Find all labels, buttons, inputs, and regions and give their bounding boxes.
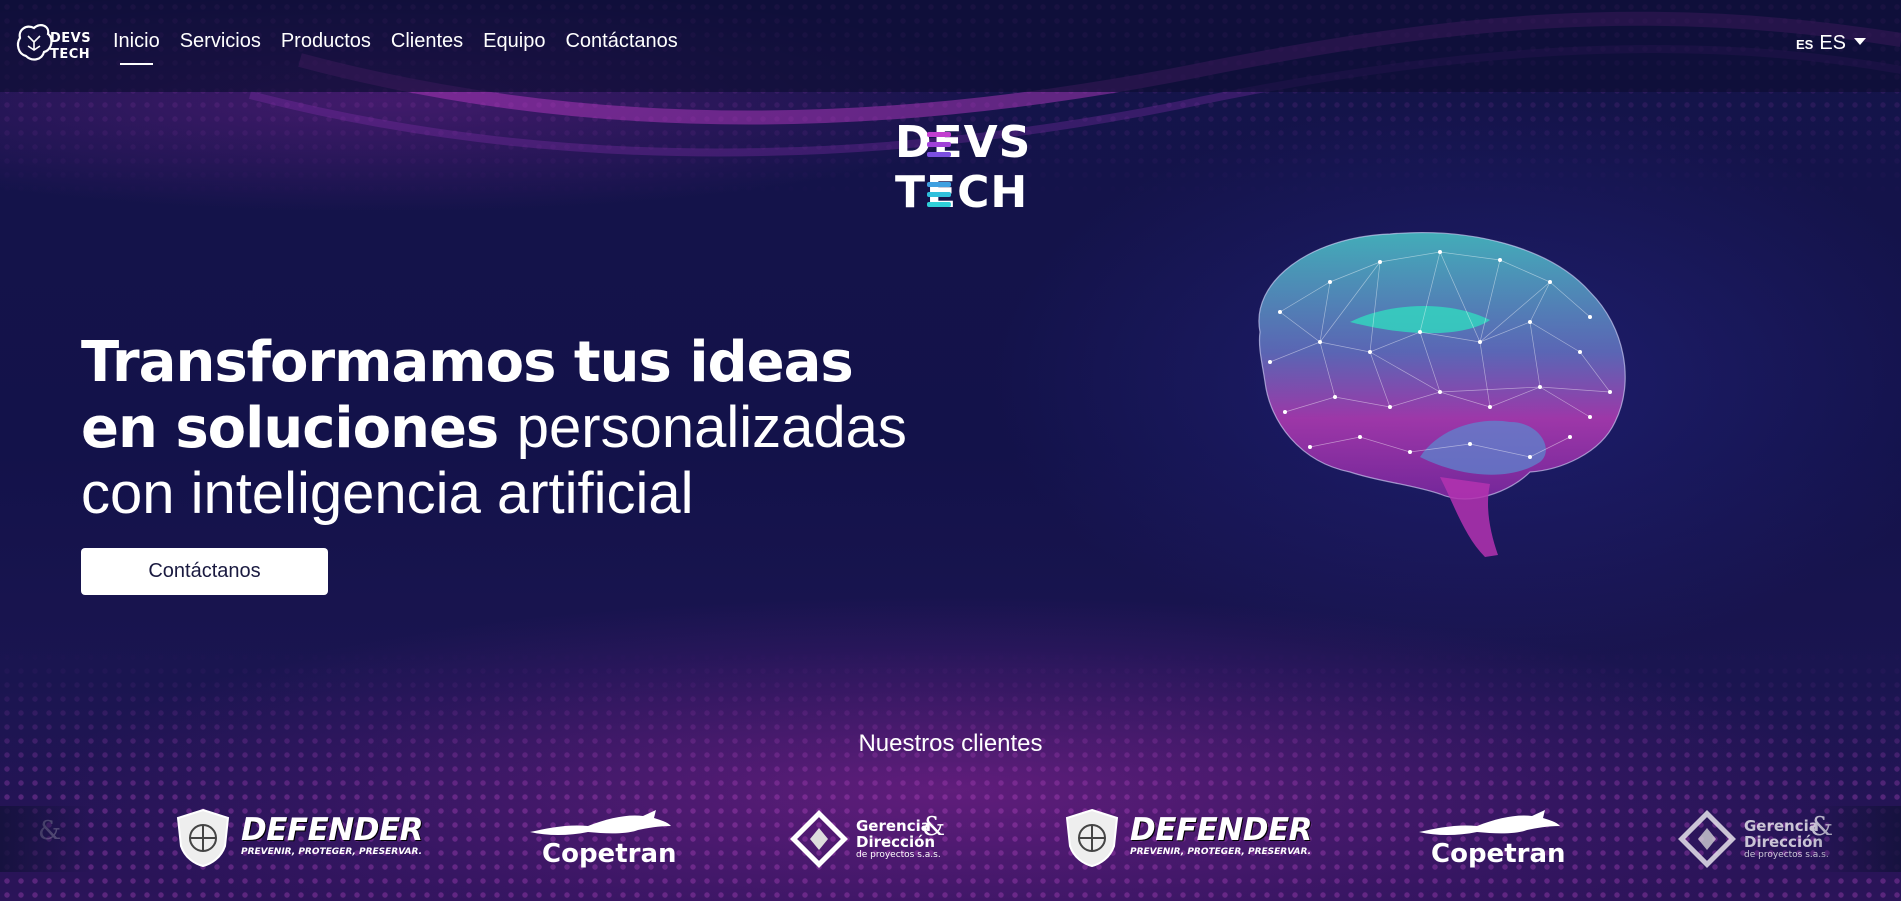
clients-carousel: & DEFENDER PREVENIR, PROTEGER, PRESERVAR… <box>0 808 1901 870</box>
logo-bar <box>927 142 951 147</box>
carousel-fade-left <box>0 806 90 872</box>
defender-shield-icon <box>176 808 230 868</box>
hero-heading-line3: con inteligencia artificial <box>81 461 694 526</box>
hero-heading-line1: Transformamos tus ideas <box>81 330 854 395</box>
client-logo-amp: & <box>922 812 946 842</box>
gerencia-diamond-icon <box>1678 810 1736 868</box>
hero-logo-line2: TECH <box>895 168 1031 218</box>
contact-button[interactable]: Contáctanos <box>81 548 328 595</box>
nav-link-servicios[interactable]: Servicios <box>180 30 261 53</box>
language-dropdown[interactable]: ES ES <box>1796 32 1866 55</box>
chevron-down-icon <box>1854 38 1866 45</box>
client-tagline: PREVENIR, PROTEGER, PRESERVAR. <box>241 847 423 857</box>
brain-illustration <box>1258 232 1626 557</box>
client-tagline: PREVENIR, PROTEGER, PRESERVAR. <box>1130 847 1312 857</box>
hero-logo-bars-top <box>927 132 951 157</box>
nav-link-equipo[interactable]: Equipo <box>483 30 545 53</box>
logo-bar <box>927 182 951 187</box>
client-logo-defender: DEFENDER PREVENIR, PROTEGER, PRESERVAR. <box>1062 808 1313 870</box>
hero-logo-bars-bottom <box>927 182 951 207</box>
gerencia-diamond-icon <box>790 810 848 868</box>
hero-heading: Transformamos tus ideas en soluciones pe… <box>81 330 907 527</box>
greyhound-icon <box>1419 810 1560 835</box>
client-name: Copetran <box>1431 839 1566 869</box>
logo-bar <box>927 132 951 137</box>
hero-logo-text2: TECH <box>895 167 1029 218</box>
client-defender-text: DEFENDER PREVENIR, PROTEGER, PRESERVAR. <box>1130 812 1313 858</box>
hero-logo-line1: DEVS <box>895 118 1031 168</box>
clients-heading: Nuestros clientes <box>858 730 1043 757</box>
defender-shield-icon <box>1065 808 1119 868</box>
carousel-fade-right <box>1811 806 1901 872</box>
nav-link-contactanos[interactable]: Contáctanos <box>565 30 677 53</box>
language-flag-code: ES <box>1795 37 1814 52</box>
client-name: DEFENDER <box>241 812 424 848</box>
client-subtitle: de proyectos s.a.s. <box>856 850 941 860</box>
nav-link-productos[interactable]: Productos <box>281 30 371 53</box>
brand-logo[interactable]: DEVS TECH <box>14 20 94 68</box>
language-label: ES <box>1819 32 1846 54</box>
client-logo-defender: DEFENDER PREVENIR, PROTEGER, PRESERVAR. <box>173 808 424 870</box>
navbar: DEVS TECH Inicio Servicios Productos Cli… <box>0 0 1901 92</box>
client-logo-copetran: Copetran <box>1417 808 1566 870</box>
hero-heading-line2-light: personalizadas <box>516 395 907 460</box>
logo-bar <box>927 192 951 197</box>
client-name: Copetran <box>542 839 677 869</box>
hero-logo-text1: DEVS <box>895 117 1032 168</box>
svg-text:DEVS: DEVS <box>50 31 90 46</box>
client-logo-gerencia: Gerencia Dirección de proyectos s.a.s. & <box>790 808 950 870</box>
logo-bar <box>927 152 951 157</box>
hero-heading-line2-bold: en soluciones <box>81 396 499 461</box>
nav-link-clientes[interactable]: Clientes <box>391 30 463 53</box>
greyhound-icon <box>530 810 671 835</box>
svg-text:TECH: TECH <box>50 47 90 62</box>
hero-logo: DEVS TECH <box>895 118 1031 218</box>
client-defender-text: DEFENDER PREVENIR, PROTEGER, PRESERVAR. <box>241 812 424 858</box>
client-logo-copetran: Copetran <box>528 808 677 870</box>
main-nav: Inicio Servicios Productos Clientes Equi… <box>113 30 698 65</box>
logo-bar <box>927 202 951 207</box>
client-name: DEFENDER <box>1130 812 1313 848</box>
nav-link-inicio[interactable]: Inicio <box>113 30 160 65</box>
